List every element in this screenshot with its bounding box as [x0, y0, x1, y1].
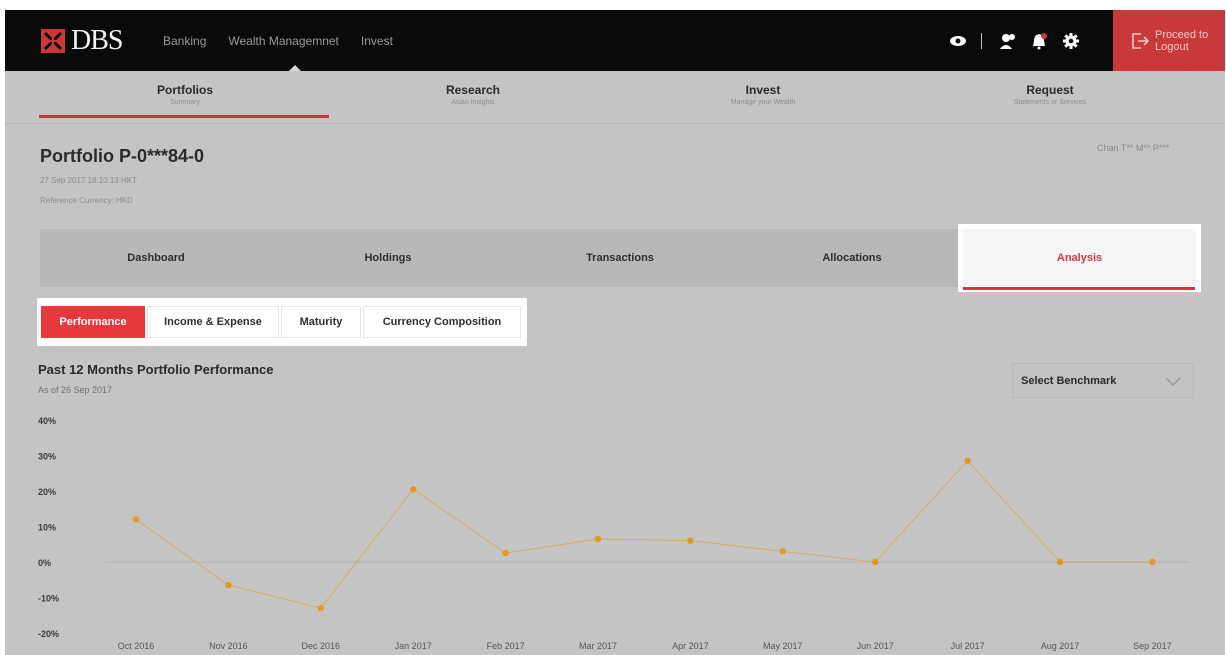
top-nav: Banking Wealth Managemnet Invest	[163, 34, 415, 48]
logout-label: Proceed to Logout	[1155, 29, 1208, 53]
tab-label: Research	[445, 83, 501, 97]
tab-label: Transactions	[586, 252, 654, 264]
x-tick-label: Jun 2017	[857, 641, 894, 651]
data-point	[317, 604, 324, 612]
tab-dashboard[interactable]: Dashboard	[40, 229, 272, 287]
dbs-logo[interactable]: DBS	[41, 25, 123, 56]
x-tick-label: Oct 2016	[118, 641, 155, 651]
top-bar: DBS Banking Wealth Managemnet Invest Pro…	[5, 10, 1225, 72]
tab-label: Invest	[745, 83, 781, 97]
x-tick-label: Aug 2017	[1041, 641, 1080, 651]
tab-label: Analysis	[1056, 252, 1103, 264]
subtab-currency-composition[interactable]: Currency Composition	[363, 306, 521, 338]
logo-text: DBS	[71, 25, 123, 56]
data-point	[687, 537, 694, 544]
eye-icon[interactable]	[949, 32, 967, 50]
account-owner: Chan T** M** P***	[1097, 143, 1170, 153]
data-point	[1056, 558, 1064, 566]
tab-holdings[interactable]: Holdings	[272, 229, 504, 287]
tab-label: Dashboard	[127, 252, 185, 264]
y-tick-label: -10%	[38, 594, 59, 604]
x-tick-label: Nov 2016	[209, 641, 248, 651]
page-title: Portfolio P-0***84-0	[40, 146, 205, 166]
app-window: DBS Banking Wealth Managemnet Invest Pro…	[5, 10, 1225, 655]
series-line	[135, 460, 1153, 609]
chart-title: Past 12 Months Portfolio Performance	[38, 362, 274, 377]
top-icons	[949, 32, 1094, 50]
x-tick-label: Sep 2017	[1133, 641, 1172, 651]
tab-sublabel: Manage your Wealth	[730, 99, 796, 106]
y-tick-label: 0%	[38, 558, 51, 568]
data-point	[594, 535, 602, 543]
dbs-star-icon	[41, 29, 65, 53]
tab-label: Allocations	[822, 252, 882, 264]
benchmark-label: Select Benchmark	[1021, 374, 1117, 387]
y-tick-label: 30%	[38, 452, 56, 462]
x-tick-label: Feb 2017	[487, 641, 525, 651]
nav-banking[interactable]: Banking	[163, 34, 206, 48]
logout-button[interactable]: Proceed to Logout	[1113, 10, 1225, 71]
x-tick-label: Mar 2017	[579, 641, 617, 651]
gear-icon[interactable]	[1062, 32, 1080, 50]
analysis-sub-tabs: Performance Income & Expense Maturity Cu…	[37, 298, 527, 346]
data-point	[502, 549, 509, 557]
nav-invest[interactable]: Invest	[361, 34, 393, 48]
subtab-performance[interactable]: Performance	[41, 306, 145, 338]
benchmark-select[interactable]: Select Benchmark	[1012, 363, 1194, 398]
portfolio-timestamp: 27 Sep 2017 18:10:13 HKT	[40, 176, 137, 185]
divider	[981, 33, 982, 49]
tab-portfolios[interactable]: Portfolios Summary	[40, 83, 330, 106]
logout-line1: Proceed to	[1155, 28, 1209, 41]
logout-line2: Logout	[1155, 40, 1189, 53]
analysis-tab-underline	[963, 287, 1195, 290]
tab-invest[interactable]: Invest Manage your Wealth	[618, 83, 908, 106]
profile-icon[interactable]	[998, 32, 1016, 50]
data-point	[410, 486, 417, 493]
y-tick-label: -20%	[38, 629, 59, 639]
tab-sublabel: Summary	[170, 99, 200, 106]
tab-sublabel: Statements or Services	[1013, 99, 1087, 106]
data-point	[1149, 558, 1156, 566]
data-point	[872, 558, 879, 566]
x-tick-label: Apr 2017	[672, 641, 709, 651]
performance-chart: 40% 30% 20% 10% 0% -10% -20% Oct 2016 Nov 2016 De…	[38, 416, 1190, 651]
tab-transactions[interactable]: Transactions	[504, 229, 736, 287]
tab-research[interactable]: Research Asian Insights	[328, 83, 618, 106]
logout-icon	[1131, 32, 1150, 50]
data-point	[225, 581, 232, 589]
tab-allocations[interactable]: Allocations	[736, 229, 968, 287]
y-tick-label: 20%	[38, 487, 56, 497]
tab-request[interactable]: Request Statements or Services	[905, 83, 1195, 106]
active-tab-underline	[39, 115, 329, 118]
x-tick-label: Jul 2017	[951, 641, 985, 651]
tab-label: Portfolios	[157, 83, 213, 97]
reference-currency: Reference Currency: HKD	[40, 196, 133, 205]
subtab-maturity[interactable]: Maturity	[281, 306, 361, 338]
tab-sublabel: Asian Insights	[451, 99, 495, 106]
x-tick-label: Dec 2016	[302, 641, 341, 651]
tab-label: Request	[1026, 83, 1074, 97]
chart-subtitle: As of 26 Sep 2017	[38, 385, 113, 395]
subtab-income-expense[interactable]: Income & Expense	[147, 306, 279, 338]
section-tabs: Dashboard Holdings Transactions Allocati…	[40, 229, 1196, 287]
nav-wealth-management[interactable]: Wealth Managemnet	[228, 34, 339, 48]
data-point	[132, 516, 140, 523]
chevron-down-icon	[1165, 374, 1181, 392]
x-tick-label: Jan 2017	[395, 641, 432, 651]
y-tick-label: 10%	[38, 523, 56, 533]
x-tick-label: May 2017	[763, 641, 803, 651]
data-point	[964, 457, 971, 465]
tab-analysis[interactable]: Analysis	[963, 229, 1196, 287]
data-point	[779, 548, 786, 555]
notification-icon[interactable]	[1030, 32, 1048, 50]
tab-label: Holdings	[364, 252, 412, 264]
y-tick-label: 40%	[38, 416, 56, 426]
